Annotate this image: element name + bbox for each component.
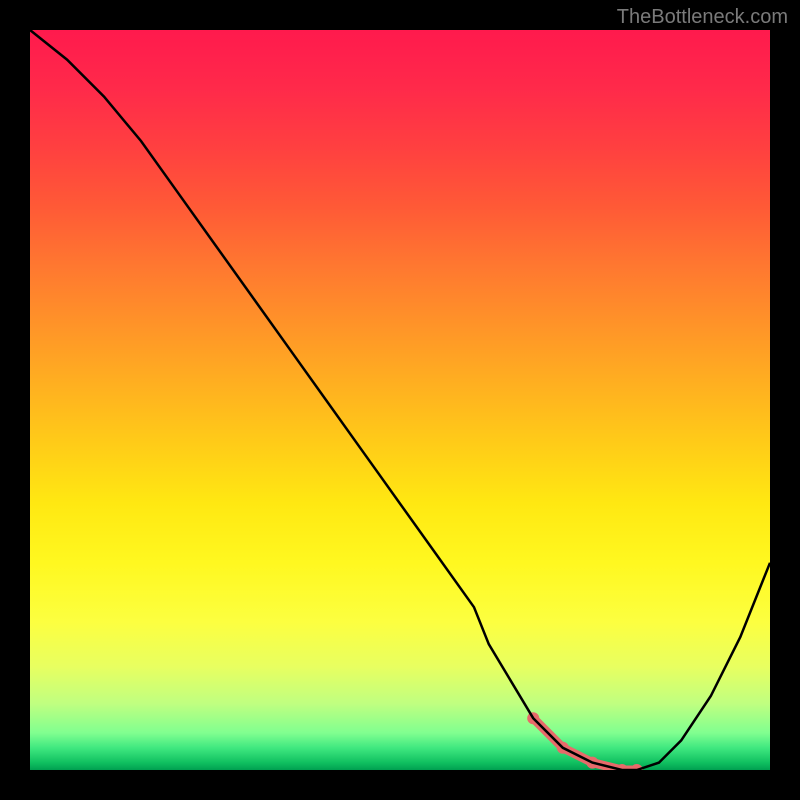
chart-plot-area — [30, 30, 770, 770]
basin-highlight-line — [533, 718, 637, 770]
chart-svg — [30, 30, 770, 770]
bottleneck-curve-line — [30, 30, 770, 770]
watermark-text: TheBottleneck.com — [617, 6, 788, 29]
